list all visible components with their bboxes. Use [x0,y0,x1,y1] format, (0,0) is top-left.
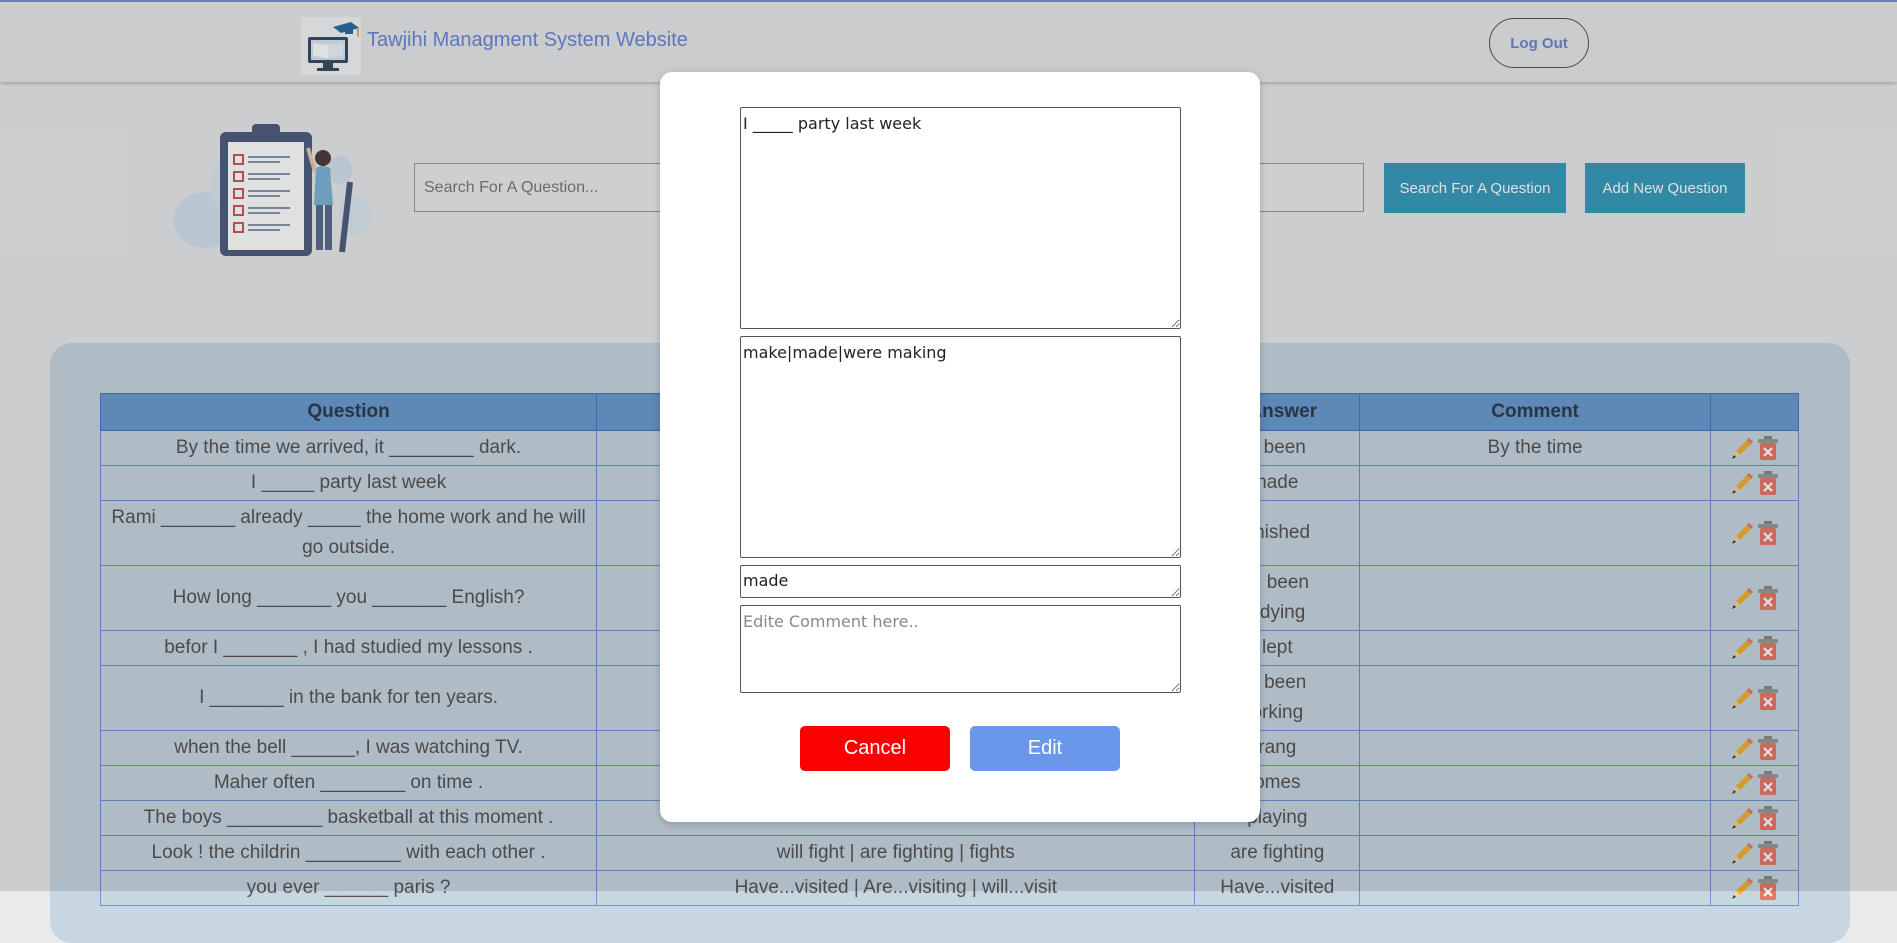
edit-button[interactable]: Edit [970,726,1120,771]
edit-question-modal: I _____ party last week make|made|were m… [660,72,1260,822]
question-textarea[interactable]: I _____ party last week [740,107,1181,329]
cancel-button[interactable]: Cancel [800,726,950,771]
options-textarea[interactable]: make|made|were making [740,336,1181,558]
answer-textarea[interactable]: made [740,565,1181,598]
comment-textarea[interactable] [740,605,1181,693]
